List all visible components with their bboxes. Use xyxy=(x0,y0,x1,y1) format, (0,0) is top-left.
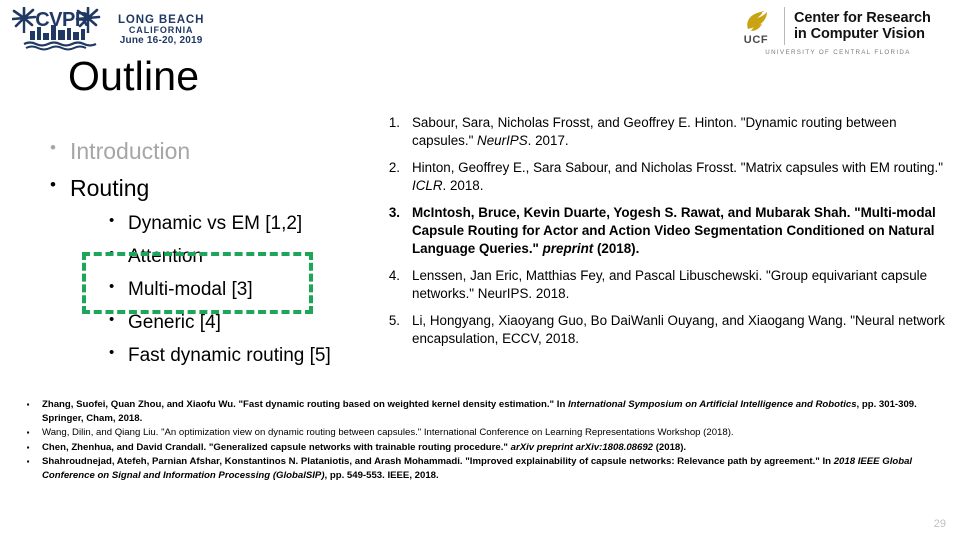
footnote-text: Chen, Zhenhua, and David Crandall. "Gene… xyxy=(42,441,924,455)
citation-venue: ICLR xyxy=(412,177,443,193)
ucf-abbreviation: UCF xyxy=(743,33,769,46)
reference-number: 2. xyxy=(388,159,400,175)
reference-text: McIntosh, Bruce, Kevin Duarte, Yogesh S.… xyxy=(412,204,950,258)
ucf-tagline: UNIVERSITY OF CENTRAL FLORIDA xyxy=(765,49,911,56)
footnote-bullet-icon: ▪ xyxy=(26,442,30,452)
citation-text: Hinton, Geoffrey E., Sara Sabour, and Ni… xyxy=(412,159,943,175)
page-title: Outline xyxy=(68,53,200,99)
citation-text: Li, Hongyang, Xiaoyang Guo, Bo DaiWanli … xyxy=(412,312,946,346)
reference-number: 3. xyxy=(388,204,400,220)
reference-item: 3. McIntosh, Bruce, Kevin Duarte, Yogesh … xyxy=(382,204,950,258)
reference-number: 4. xyxy=(388,267,400,283)
citation-text: (2018). xyxy=(593,240,640,256)
citation-text: . 2017. xyxy=(527,132,569,148)
footnote-item: ▪ Wang, Dilin, and Qiang Liu. "An optimiz… xyxy=(14,426,924,440)
outline-item-introduction[interactable]: Introduction xyxy=(46,139,376,163)
reference-item: 4. Lenssen, Jan Eric, Matthias Fey, and P… xyxy=(382,267,950,303)
ucf-logo-row: UCF Center for Research in Computer Visi… xyxy=(730,4,946,48)
footnote-item: ▪ Shahroudnejad, Atefeh, Parnian Afshar, … xyxy=(14,455,924,482)
citation-text: (2018). xyxy=(653,441,687,453)
footnote-item: ▪ Zhang, Suofei, Quan Zhou, and Xiaofu Wu… xyxy=(14,398,924,425)
reference-text: Sabour, Sara, Nicholas Frosst, and Geoff… xyxy=(412,114,950,150)
ucf-pegasus-icon xyxy=(747,10,767,31)
reference-list: 1. Sabour, Sara, Nicholas Frosst, and Geo… xyxy=(382,114,950,356)
outline-subitem-generic[interactable]: Generic [4] xyxy=(104,312,376,332)
footnote-bullet-icon: ▪ xyxy=(26,400,30,409)
citation-text: McIntosh, Bruce, Kevin Duarte, Yogesh S.… xyxy=(412,204,936,256)
outline-sublist: Dynamic vs EM [1,2] Attention Multi-moda… xyxy=(46,213,376,365)
footnote-bullet-icon: ▪ xyxy=(26,428,30,438)
crcv-title: Center for Research in Computer Vision xyxy=(794,10,931,42)
citation-text: Chen, Zhenhua, and David Crandall. "Gene… xyxy=(42,441,511,453)
outline-subitem-dynamic-vs-em[interactable]: Dynamic vs EM [1,2] xyxy=(104,213,376,233)
reference-item: 1. Sabour, Sara, Nicholas Frosst, and Geo… xyxy=(382,114,950,150)
ucf-divider xyxy=(784,7,785,45)
reference-number: 5. xyxy=(388,312,400,328)
outline-subitem-attention[interactable]: Attention xyxy=(104,246,376,266)
reference-item: 2. Hinton, Geoffrey E., Sara Sabour, and … xyxy=(382,159,950,195)
slide-number: 29 xyxy=(933,518,946,530)
cvpr-dates: June 16-20, 2019 xyxy=(119,34,203,46)
citation-venue: NeurIPS xyxy=(477,132,528,148)
outline-subitem-fast-dynamic-routing[interactable]: Fast dynamic routing [5] xyxy=(104,345,376,365)
footnote-list: ▪ Zhang, Suofei, Quan Zhou, and Xiaofu Wu… xyxy=(14,398,924,484)
footnote-text: Shahroudnejad, Atefeh, Parnian Afshar, K… xyxy=(42,455,924,482)
reference-text: Li, Hongyang, Xiaoyang Guo, Bo DaiWanli … xyxy=(412,312,950,348)
reference-item: 5. Li, Hongyang, Xiaoyang Guo, Bo DaiWanl… xyxy=(382,312,950,348)
reference-number: 1. xyxy=(388,115,400,130)
footnote-text: Zhang, Suofei, Quan Zhou, and Xiaofu Wu.… xyxy=(42,398,924,425)
crcv-title-line1: Center for Research xyxy=(794,9,931,26)
citation-venue: preprint xyxy=(542,240,594,256)
outline-subitem-multi-modal[interactable]: Multi-modal [3] xyxy=(104,279,376,299)
footnote-bullet-icon: ▪ xyxy=(26,457,30,467)
reference-text: Lenssen, Jan Eric, Matthias Fey, and Pas… xyxy=(412,267,950,303)
ucf-mark-group: UCF xyxy=(730,7,782,46)
outline-list: Introduction Routing Dynamic vs EM [1,2]… xyxy=(46,139,376,379)
footnote-item: ▪ Chen, Zhenhua, and David Crandall. "Gen… xyxy=(14,441,924,455)
citation-venue: International Symposium on Artificial In… xyxy=(567,399,857,410)
citation-text: . 2018. xyxy=(442,177,484,193)
citation-text: Lenssen, Jan Eric, Matthias Fey, and Pas… xyxy=(412,267,928,301)
slide-canvas: CVPR LONG BEACH CALIFORNIA June 16-20, 2… xyxy=(0,0,960,540)
citation-venue: arXiv preprint arXiv:1808.08692 xyxy=(510,441,654,453)
cvpr-mark-svg: CVPR xyxy=(11,6,101,51)
citation-text: Shahroudnejad, Atefeh, Parnian Afshar, K… xyxy=(42,456,834,468)
cvpr-location-text: LONG BEACH CALIFORNIA June 16-20, 2019 xyxy=(118,14,204,47)
outline-item-routing[interactable]: Routing xyxy=(46,176,376,200)
citation-text: Zhang, Suofei, Quan Zhou, and Xiaofu Wu.… xyxy=(42,399,568,410)
cvpr-logo: CVPR LONG BEACH CALIFORNIA June 16-20, 2… xyxy=(11,6,212,54)
footnote-text: Wang, Dilin, and Qiang Liu. "An optimiza… xyxy=(42,426,924,440)
citation-text: , pp. 549-553. IEEE, 2018. xyxy=(324,470,439,482)
reference-text: Hinton, Geoffrey E., Sara Sabour, and Ni… xyxy=(412,159,950,195)
svg-text:CVPR: CVPR xyxy=(35,9,90,31)
crcv-title-line2: in Computer Vision xyxy=(794,26,925,42)
cvpr-palm-skyline-mark: CVPR xyxy=(11,6,112,53)
ucf-crcv-logo: UCF Center for Research in Computer Visi… xyxy=(730,4,946,62)
citation-text: Wang, Dilin, and Qiang Liu. "An optimiza… xyxy=(42,427,734,439)
